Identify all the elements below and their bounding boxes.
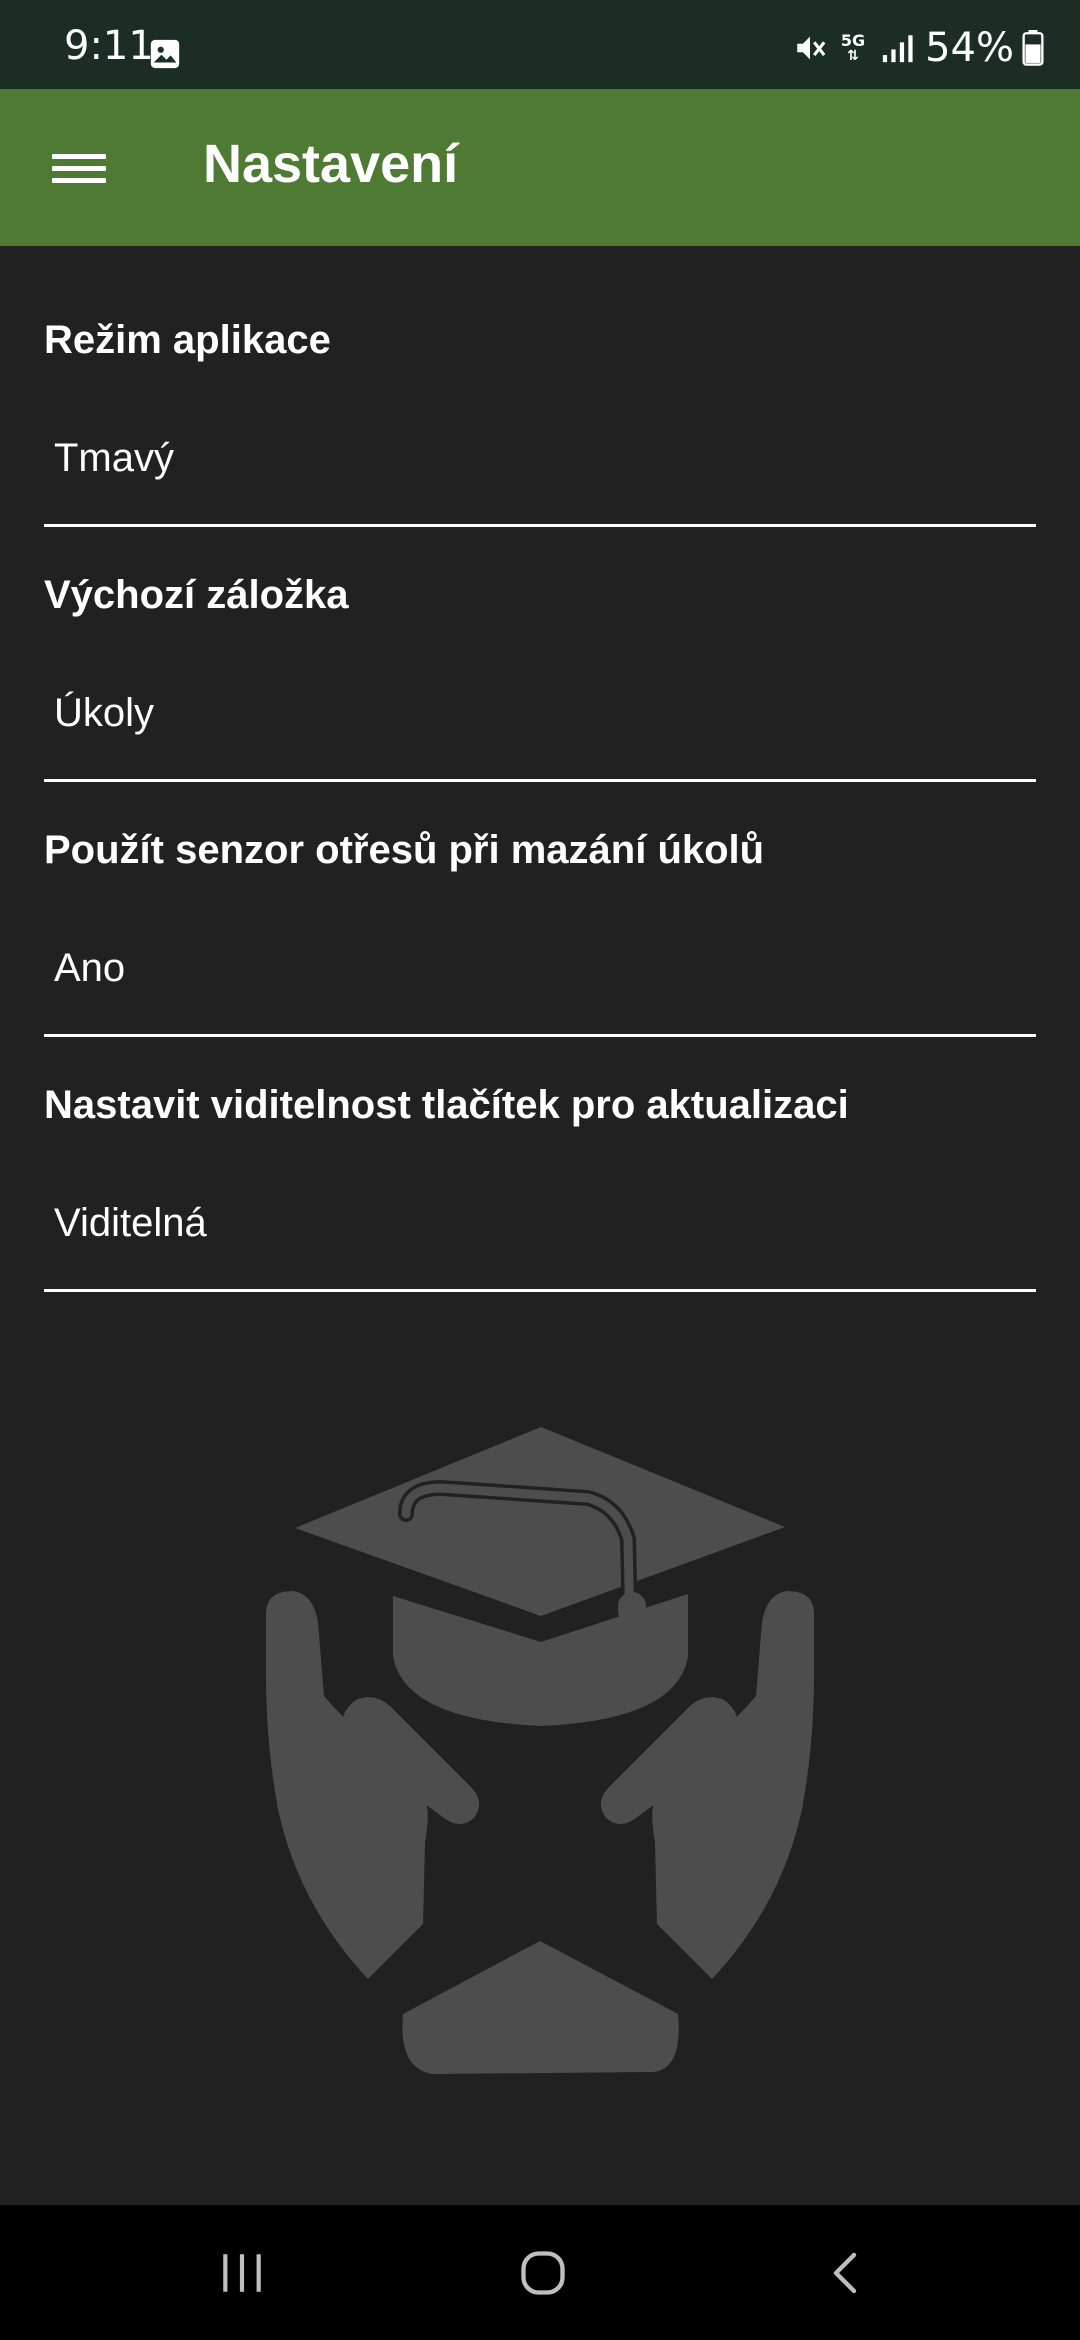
battery-icon (1022, 30, 1044, 66)
data-arrows-icon: ⇅ (847, 48, 859, 64)
setting-value: Úkoly (54, 691, 155, 735)
battery-percentage: 54% (925, 25, 1014, 71)
settings-list: Režim aplikace Tmavý Výchozí záložka Úko… (44, 246, 1036, 1292)
hamburger-menu-icon[interactable] (40, 129, 118, 207)
setting-title: Použít senzor otřesů při mazání úkolů (44, 828, 765, 872)
home-icon[interactable] (503, 2237, 583, 2309)
setting-value: Viditelná (54, 1201, 207, 1245)
setting-value: Ano (54, 946, 126, 990)
setting-update-buttons-visibility: Nastavit viditelnost tlačítek pro aktual… (44, 1011, 1036, 1292)
setting-default-tab: Výchozí záložka Úkoly (44, 501, 1036, 782)
5g-icon: 5G ⇅ (840, 31, 866, 64)
navigation-bar (0, 2205, 1080, 2340)
status-time: 9:11 (64, 23, 154, 69)
recent-apps-icon[interactable] (202, 2237, 282, 2309)
status-bar: 9:11 5G ⇅ 54% (0, 0, 1080, 89)
page-title: Nastavení (203, 134, 459, 194)
field-underline (44, 1289, 1036, 1292)
setting-app-mode: Režim aplikace Tmavý (44, 246, 1036, 527)
setting-shake-sensor: Použít senzor otřesů při mazání úkolů An… (44, 756, 1036, 1037)
setting-title: Režim aplikace (44, 318, 331, 362)
screen: 9:11 5G ⇅ 54% Nastavení Režim aplikace T… (0, 0, 1080, 2340)
status-icons: 5G ⇅ 54% (793, 28, 1044, 68)
setting-title: Nastavit viditelnost tlačítek pro aktual… (44, 1083, 849, 1127)
mute-icon (797, 36, 826, 60)
back-icon[interactable] (806, 2237, 886, 2309)
setting-value: Tmavý (54, 436, 174, 480)
app-bar: Nastavení (0, 89, 1080, 246)
graduation-cap-hands-icon (266, 1427, 814, 2074)
gallery-icon (150, 39, 180, 69)
network-type: 5G (840, 31, 866, 50)
signal-icon (882, 35, 913, 63)
setting-title: Výchozí záložka (44, 573, 349, 617)
